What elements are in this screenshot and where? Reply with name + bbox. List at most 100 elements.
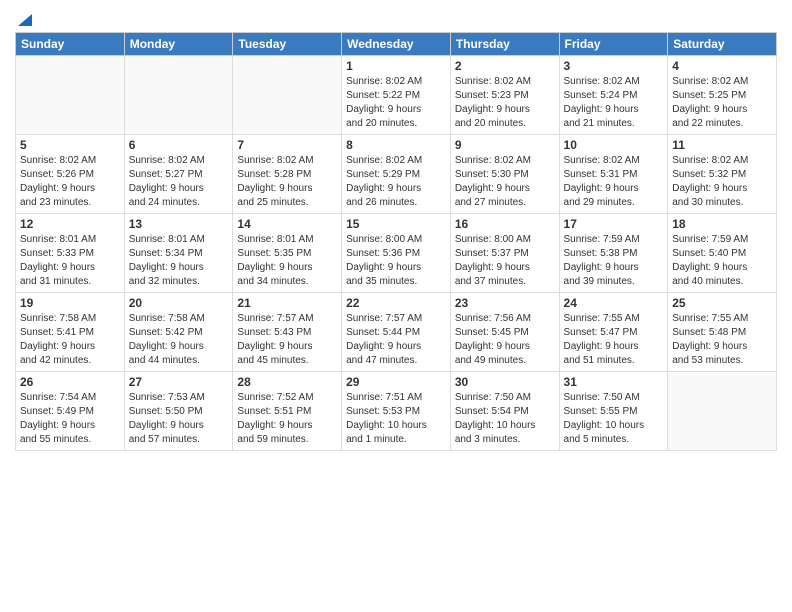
calendar-day-22: 22Sunrise: 7:57 AMSunset: 5:44 PMDayligh…	[342, 293, 451, 372]
calendar-day-9: 9Sunrise: 8:02 AMSunset: 5:30 PMDaylight…	[450, 135, 559, 214]
day-details: Sunrise: 8:00 AMSunset: 5:36 PMDaylight:…	[346, 233, 446, 289]
day-details: Sunrise: 7:56 AMSunset: 5:45 PMDaylight:…	[455, 312, 555, 368]
calendar-day-18: 18 Sunrise: 7:59 AMSunset: 5:40 PMDayligh…	[668, 214, 777, 293]
day-details: Sunrise: 7:54 AMSunset: 5:49 PMDaylight:…	[20, 391, 120, 447]
day-details: Sunrise: 7:52 AMSunset: 5:51 PMDaylight:…	[237, 391, 337, 447]
day-number: 10	[564, 138, 664, 152]
day-number: 16	[455, 217, 555, 231]
day-details: Sunrise: 7:55 AMSunset: 5:47 PMDaylight:…	[564, 312, 664, 368]
calendar-week-row: 19 Sunrise: 7:58 AMSunset: 5:41 PMDayligh…	[16, 293, 777, 372]
day-details: Sunrise: 8:02 AMSunset: 5:28 PMDaylight:…	[237, 154, 337, 210]
calendar-day-11: 11Sunrise: 8:02 AMSunset: 5:32 PMDayligh…	[668, 135, 777, 214]
day-number: 8	[346, 138, 446, 152]
calendar-day-19: 19 Sunrise: 7:58 AMSunset: 5:41 PMDayligh…	[16, 293, 125, 372]
day-details: Sunrise: 7:57 AMSunset: 5:43 PMDaylight:…	[237, 312, 337, 368]
calendar-day-3: 3 Sunrise: 8:02 AMSunset: 5:24 PMDaylight…	[559, 56, 668, 135]
weekday-thursday: Thursday	[450, 33, 559, 56]
day-number: 12	[20, 217, 120, 231]
logo	[15, 10, 34, 26]
day-details: Sunrise: 7:59 AMSunset: 5:40 PMDaylight:…	[672, 233, 772, 289]
calendar-empty-cell	[124, 56, 233, 135]
day-details: Sunrise: 8:02 AMSunset: 5:22 PMDaylight:…	[346, 75, 446, 131]
day-details: Sunrise: 8:00 AMSunset: 5:37 PMDaylight:…	[455, 233, 555, 289]
day-number: 2	[455, 59, 555, 73]
weekday-friday: Friday	[559, 33, 668, 56]
calendar-day-10: 10 Sunrise: 8:02 AMSunset: 5:31 PMDayligh…	[559, 135, 668, 214]
day-number: 3	[564, 59, 664, 73]
day-number: 29	[346, 375, 446, 389]
page: SundayMondayTuesdayWednesdayThursdayFrid…	[0, 0, 792, 612]
day-number: 18	[672, 217, 772, 231]
calendar-day-1: 1 Sunrise: 8:02 AMSunset: 5:22 PMDaylight…	[342, 56, 451, 135]
calendar-empty-cell	[16, 56, 125, 135]
calendar-day-27: 27 Sunrise: 7:53 AMSunset: 5:50 PMDayligh…	[124, 372, 233, 451]
weekday-sunday: Sunday	[16, 33, 125, 56]
day-details: Sunrise: 8:02 AMSunset: 5:29 PMDaylight:…	[346, 154, 446, 210]
day-number: 15	[346, 217, 446, 231]
day-number: 6	[129, 138, 229, 152]
weekday-tuesday: Tuesday	[233, 33, 342, 56]
calendar-table: SundayMondayTuesdayWednesdayThursdayFrid…	[15, 32, 777, 451]
weekday-header-row: SundayMondayTuesdayWednesdayThursdayFrid…	[16, 33, 777, 56]
calendar-week-row: 12 Sunrise: 8:01 AMSunset: 5:33 PMDayligh…	[16, 214, 777, 293]
day-details: Sunrise: 7:58 AMSunset: 5:41 PMDaylight:…	[20, 312, 120, 368]
day-number: 28	[237, 375, 337, 389]
weekday-wednesday: Wednesday	[342, 33, 451, 56]
logo-triangle-icon	[16, 10, 34, 28]
calendar-day-16: 16 Sunrise: 8:00 AMSunset: 5:37 PMDayligh…	[450, 214, 559, 293]
calendar-day-2: 2 Sunrise: 8:02 AMSunset: 5:23 PMDaylight…	[450, 56, 559, 135]
day-details: Sunrise: 8:02 AMSunset: 5:31 PMDaylight:…	[564, 154, 664, 210]
calendar-day-8: 8 Sunrise: 8:02 AMSunset: 5:29 PMDaylight…	[342, 135, 451, 214]
calendar-day-20: 20Sunrise: 7:58 AMSunset: 5:42 PMDayligh…	[124, 293, 233, 372]
calendar-week-row: 26 Sunrise: 7:54 AMSunset: 5:49 PMDayligh…	[16, 372, 777, 451]
weekday-monday: Monday	[124, 33, 233, 56]
day-details: Sunrise: 8:01 AMSunset: 5:34 PMDaylight:…	[129, 233, 229, 289]
calendar-day-5: 5 Sunrise: 8:02 AMSunset: 5:26 PMDaylight…	[16, 135, 125, 214]
day-details: Sunrise: 7:55 AMSunset: 5:48 PMDaylight:…	[672, 312, 772, 368]
day-number: 24	[564, 296, 664, 310]
day-number: 7	[237, 138, 337, 152]
day-number: 23	[455, 296, 555, 310]
day-number: 27	[129, 375, 229, 389]
calendar-day-13: 13 Sunrise: 8:01 AMSunset: 5:34 PMDayligh…	[124, 214, 233, 293]
day-number: 9	[455, 138, 555, 152]
day-number: 4	[672, 59, 772, 73]
day-details: Sunrise: 8:02 AMSunset: 5:23 PMDaylight:…	[455, 75, 555, 131]
calendar-empty-cell	[668, 372, 777, 451]
calendar-day-23: 23 Sunrise: 7:56 AMSunset: 5:45 PMDayligh…	[450, 293, 559, 372]
calendar-day-21: 21Sunrise: 7:57 AMSunset: 5:43 PMDayligh…	[233, 293, 342, 372]
day-details: Sunrise: 8:02 AMSunset: 5:25 PMDaylight:…	[672, 75, 772, 131]
day-details: Sunrise: 8:02 AMSunset: 5:26 PMDaylight:…	[20, 154, 120, 210]
calendar-day-12: 12 Sunrise: 8:01 AMSunset: 5:33 PMDayligh…	[16, 214, 125, 293]
day-details: Sunrise: 7:58 AMSunset: 5:42 PMDaylight:…	[129, 312, 229, 368]
day-number: 30	[455, 375, 555, 389]
day-number: 19	[20, 296, 120, 310]
day-details: Sunrise: 7:57 AMSunset: 5:44 PMDaylight:…	[346, 312, 446, 368]
calendar-day-24: 24 Sunrise: 7:55 AMSunset: 5:47 PMDayligh…	[559, 293, 668, 372]
day-details: Sunrise: 7:51 AMSunset: 5:53 PMDaylight:…	[346, 391, 446, 447]
day-number: 13	[129, 217, 229, 231]
calendar-week-row: 5 Sunrise: 8:02 AMSunset: 5:26 PMDaylight…	[16, 135, 777, 214]
weekday-saturday: Saturday	[668, 33, 777, 56]
day-number: 1	[346, 59, 446, 73]
day-number: 26	[20, 375, 120, 389]
day-number: 11	[672, 138, 772, 152]
calendar-week-row: 1 Sunrise: 8:02 AMSunset: 5:22 PMDaylight…	[16, 56, 777, 135]
calendar-day-30: 30Sunrise: 7:50 AMSunset: 5:54 PMDayligh…	[450, 372, 559, 451]
calendar-day-26: 26 Sunrise: 7:54 AMSunset: 5:49 PMDayligh…	[16, 372, 125, 451]
day-number: 5	[20, 138, 120, 152]
calendar-day-15: 15 Sunrise: 8:00 AMSunset: 5:36 PMDayligh…	[342, 214, 451, 293]
calendar-day-25: 25Sunrise: 7:55 AMSunset: 5:48 PMDayligh…	[668, 293, 777, 372]
day-number: 14	[237, 217, 337, 231]
calendar-day-28: 28 Sunrise: 7:52 AMSunset: 5:51 PMDayligh…	[233, 372, 342, 451]
day-details: Sunrise: 8:01 AMSunset: 5:35 PMDaylight:…	[237, 233, 337, 289]
day-details: Sunrise: 7:50 AMSunset: 5:55 PMDaylight:…	[564, 391, 664, 447]
header	[15, 10, 777, 26]
day-details: Sunrise: 8:02 AMSunset: 5:24 PMDaylight:…	[564, 75, 664, 131]
day-details: Sunrise: 7:53 AMSunset: 5:50 PMDaylight:…	[129, 391, 229, 447]
calendar-day-4: 4 Sunrise: 8:02 AMSunset: 5:25 PMDaylight…	[668, 56, 777, 135]
day-details: Sunrise: 7:59 AMSunset: 5:38 PMDaylight:…	[564, 233, 664, 289]
calendar-day-17: 17Sunrise: 7:59 AMSunset: 5:38 PMDayligh…	[559, 214, 668, 293]
day-details: Sunrise: 8:01 AMSunset: 5:33 PMDaylight:…	[20, 233, 120, 289]
calendar-day-6: 6Sunrise: 8:02 AMSunset: 5:27 PMDaylight…	[124, 135, 233, 214]
